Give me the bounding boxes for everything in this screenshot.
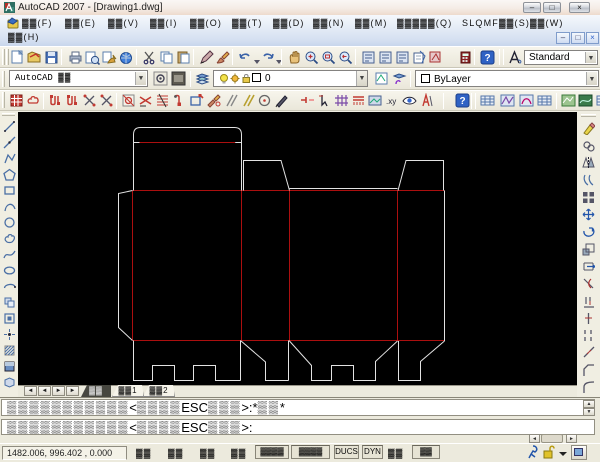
svg-text:?: ? <box>459 96 465 107</box>
svg-text:?: ? <box>484 53 490 64</box>
svg-text:.xy: .xy <box>386 97 396 106</box>
